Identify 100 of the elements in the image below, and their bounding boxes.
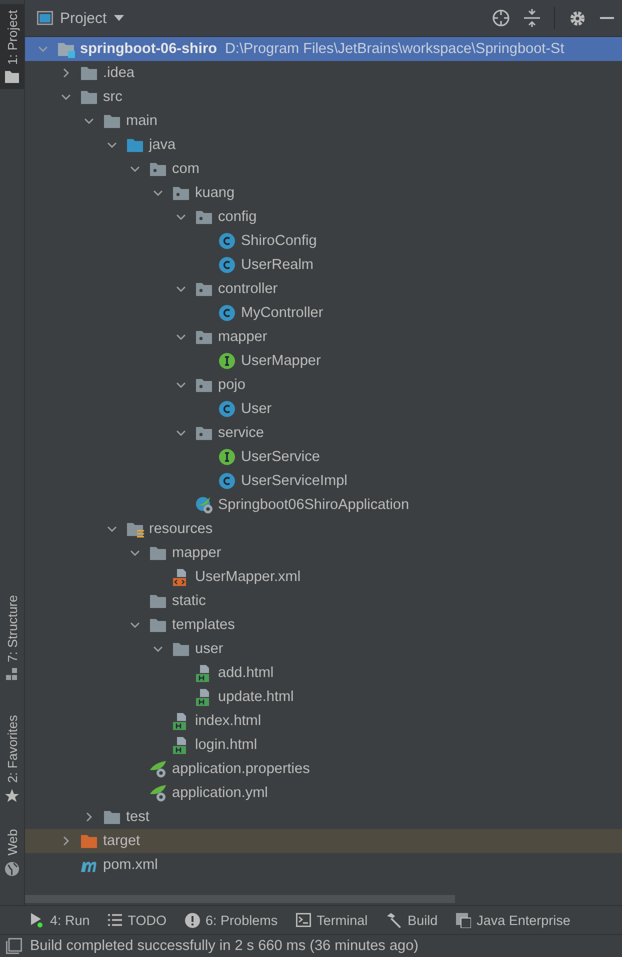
item-name: update.html (218, 689, 294, 705)
tree-row[interactable]: java (25, 133, 622, 157)
tree-row[interactable]: templates (25, 613, 622, 637)
package-icon (195, 376, 213, 394)
item-name: User (241, 401, 272, 417)
folder-icon (172, 640, 190, 658)
settings-button[interactable] (569, 10, 586, 26)
tree-row[interactable]: test (25, 805, 622, 829)
package-icon (195, 328, 213, 346)
folder-icon (80, 88, 98, 106)
tree-row[interactable]: mapper (25, 541, 622, 565)
tree-row[interactable]: ShiroConfig (25, 229, 622, 253)
item-name: pojo (218, 377, 246, 393)
tool-window-button[interactable]: TODO (108, 912, 167, 928)
item-name: UserRealm (241, 257, 314, 273)
tree-row[interactable]: pojo (25, 373, 622, 397)
tree-row[interactable]: springboot-06-shiro D:\Program Files\JetBrains\workspace\Springboot-St (25, 37, 622, 61)
tool-window-button[interactable]: 6: Problems (184, 912, 278, 928)
minimize-button[interactable] (600, 16, 614, 20)
tree-row[interactable]: main (25, 109, 622, 133)
item-name: resources (149, 521, 213, 537)
tree-row[interactable]: login.html (25, 733, 622, 757)
tool-window-button[interactable]: Build (386, 912, 438, 928)
tree-row[interactable]: User (25, 397, 622, 421)
spring-config-icon (149, 784, 167, 802)
tool-window-button[interactable]: Java Enterprise (456, 912, 570, 928)
module-folder-icon (57, 40, 75, 58)
tool-window-button[interactable]: 4: Run (30, 912, 90, 928)
package-icon (172, 184, 190, 202)
tree-row[interactable]: src (25, 85, 622, 109)
item-name: .idea (103, 65, 134, 81)
folder-icon (149, 616, 167, 634)
item-name: src (103, 89, 122, 105)
tree-row[interactable]: UserService (25, 445, 622, 469)
tree-row[interactable]: add.html (25, 661, 622, 685)
item-name: UserServiceImpl (241, 473, 348, 489)
window-icon (37, 11, 53, 25)
side-tab[interactable]: Web (0, 823, 24, 882)
item-name: Springboot06ShiroApplication (218, 497, 410, 513)
scrollbar[interactable] (25, 895, 455, 903)
side-tab[interactable]: 2: Favorites (0, 709, 24, 810)
tree-row[interactable]: target (25, 829, 622, 853)
tree-row[interactable]: pom.xml (25, 853, 622, 877)
source-folder-icon (126, 136, 144, 154)
folder-icon (149, 592, 167, 610)
spring-config-icon (149, 760, 167, 778)
item-name: mapper (218, 329, 268, 345)
tree-row[interactable]: .idea (25, 61, 622, 85)
tree-row[interactable]: index.html (25, 709, 622, 733)
tree-row[interactable]: UserMapper (25, 349, 622, 373)
tree-row[interactable]: Springboot06ShiroApplication (25, 493, 622, 517)
locate-button[interactable] (492, 9, 510, 27)
caret-icon (114, 15, 124, 21)
tree-row[interactable]: resources (25, 517, 622, 541)
tool-window-button[interactable]: Terminal (296, 912, 368, 928)
view-selector[interactable]: Project (37, 10, 124, 26)
tree-row[interactable]: kuang (25, 181, 622, 205)
tree-row[interactable]: UserRealm (25, 253, 622, 277)
package-icon (195, 280, 213, 298)
package-icon (195, 424, 213, 442)
item-name: test (126, 809, 150, 825)
item-name: target (103, 833, 140, 849)
folder-icon (103, 808, 121, 826)
interface-icon (218, 352, 236, 370)
item-name: main (126, 113, 158, 129)
excluded-folder-icon (80, 832, 98, 850)
side-tab[interactable]: 1: Project (0, 4, 24, 89)
item-name: templates (172, 617, 235, 633)
spring-app-icon (195, 496, 213, 514)
tree-row[interactable]: service (25, 421, 622, 445)
item-name: add.html (218, 665, 274, 681)
tree-row[interactable]: mapper (25, 325, 622, 349)
item-name: com (172, 161, 200, 177)
tree-row[interactable]: MyController (25, 301, 622, 325)
panel-toggle-icon[interactable] (6, 938, 22, 954)
class-icon (218, 256, 236, 274)
tree-row[interactable]: update.html (25, 685, 622, 709)
tree-row[interactable]: controller (25, 277, 622, 301)
tree-row[interactable]: application.yml (25, 781, 622, 805)
package-icon (195, 208, 213, 226)
run-icon (30, 912, 44, 928)
tree-row[interactable]: application.properties (25, 757, 622, 781)
tree-row[interactable]: UserServiceImpl (25, 469, 622, 493)
folder-icon (5, 70, 19, 83)
item-name: config (218, 209, 257, 225)
tree-row[interactable]: com (25, 157, 622, 181)
item-name: kuang (195, 185, 235, 201)
item-name: UserService (241, 449, 320, 465)
item-name: application.yml (172, 785, 268, 801)
item-name: index.html (195, 713, 262, 729)
item-name: java (149, 137, 176, 153)
tree-row[interactable]: config (25, 205, 622, 229)
class-icon (218, 400, 236, 418)
package-icon (149, 160, 167, 178)
tree-row[interactable]: static (25, 589, 622, 613)
tree-row[interactable]: UserMapper.xml (25, 565, 622, 589)
tree-row[interactable]: user (25, 637, 622, 661)
collapse-all-button[interactable] (524, 9, 540, 27)
item-name: static (172, 593, 206, 609)
side-tab[interactable]: 7: Structure (0, 588, 24, 688)
